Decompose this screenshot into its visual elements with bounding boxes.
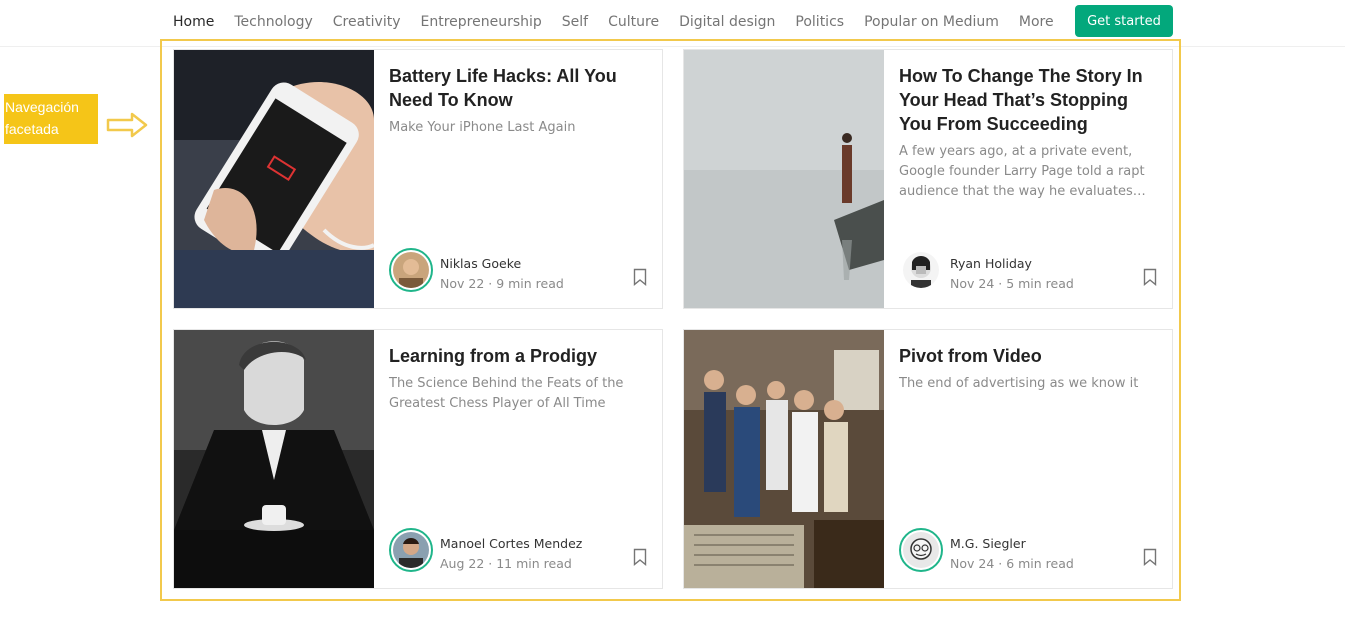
article-body: How To Change The Story In Your Head Tha…	[899, 50, 1164, 308]
nav-item-popular[interactable]: Popular on Medium	[864, 13, 999, 31]
avatar[interactable]	[899, 248, 943, 292]
author-name[interactable]: Ryan Holiday	[950, 256, 1032, 271]
nav-item-home[interactable]: Home	[173, 13, 214, 31]
article-date: Aug 22	[440, 556, 485, 571]
bookmark-icon[interactable]	[1143, 548, 1157, 566]
article-title[interactable]: How To Change The Story In Your Head Tha…	[899, 64, 1164, 136]
annotation-label: Navegación facetada	[4, 94, 98, 144]
read-time: 11 min read	[496, 556, 572, 571]
author-name[interactable]: Niklas Goeke	[440, 256, 521, 271]
article-card[interactable]: Battery Life Hacks: All You Need To Know…	[173, 49, 663, 309]
article-title[interactable]: Battery Life Hacks: All You Need To Know	[389, 64, 654, 112]
article-date: Nov 24	[950, 276, 995, 291]
article-card[interactable]: Pivot from Video The end of advertising …	[683, 329, 1173, 589]
article-meta: Nov 24 · 5 min read	[950, 276, 1074, 291]
avatar[interactable]	[899, 528, 943, 572]
bookmark-icon[interactable]	[1143, 268, 1157, 286]
article-meta: Aug 22 · 11 min read	[440, 556, 572, 571]
nav-item-digital-design[interactable]: Digital design	[679, 13, 775, 31]
article-title[interactable]: Learning from a Prodigy	[389, 344, 654, 368]
nav-item-self[interactable]: Self	[562, 13, 588, 31]
author-name[interactable]: M.G. Siegler	[950, 536, 1026, 551]
avatar[interactable]	[389, 248, 433, 292]
article-subtitle[interactable]: The Science Behind the Feats of the Grea…	[389, 374, 654, 414]
article-body: Battery Life Hacks: All You Need To Know…	[389, 50, 654, 308]
author-info: Niklas Goeke Nov 22 · 9 min read	[389, 248, 654, 294]
read-time: 5 min read	[1006, 276, 1074, 291]
bookmark-icon[interactable]	[633, 548, 647, 566]
phone-battery-photo[interactable]	[174, 50, 374, 308]
nav-item-technology[interactable]: Technology	[234, 13, 312, 31]
author-info: Ryan Holiday Nov 24 · 5 min read	[899, 248, 1164, 294]
author-info: M.G. Siegler Nov 24 · 6 min read	[899, 528, 1164, 574]
article-body: Learning from a Prodigy The Science Behi…	[389, 330, 654, 588]
chess-player-photo[interactable]	[174, 330, 374, 588]
article-date: Nov 22	[440, 276, 485, 291]
woman-on-rock-photo[interactable]	[684, 50, 884, 308]
topic-nav: Home Technology Creativity Entrepreneurs…	[173, 13, 1074, 31]
article-subtitle[interactable]: The end of advertising as we know it	[899, 374, 1164, 394]
author-name[interactable]: Manoel Cortes Mendez	[440, 536, 582, 551]
article-subtitle[interactable]: A few years ago, at a private event, Goo…	[899, 142, 1164, 202]
read-time: 9 min read	[496, 276, 564, 291]
group-tv-photo[interactable]	[684, 330, 884, 588]
article-card[interactable]: How To Change The Story In Your Head Tha…	[683, 49, 1173, 309]
author-info: Manoel Cortes Mendez Aug 22 · 11 min rea…	[389, 528, 654, 574]
read-time: 6 min read	[1006, 556, 1074, 571]
article-meta: Nov 22 · 9 min read	[440, 276, 564, 291]
arrow-right-icon	[106, 112, 148, 138]
annotation-line-1: Navegación	[5, 99, 79, 115]
article-card[interactable]: Learning from a Prodigy The Science Behi…	[173, 329, 663, 589]
nav-item-creativity[interactable]: Creativity	[333, 13, 401, 31]
article-meta: Nov 24 · 6 min read	[950, 556, 1074, 571]
avatar[interactable]	[389, 528, 433, 572]
article-subtitle[interactable]: Make Your iPhone Last Again	[389, 118, 654, 138]
article-date: Nov 24	[950, 556, 995, 571]
nav-item-culture[interactable]: Culture	[608, 13, 659, 31]
nav-item-politics[interactable]: Politics	[795, 13, 844, 31]
nav-item-more[interactable]: More	[1019, 13, 1054, 31]
get-started-button[interactable]: Get started	[1075, 5, 1173, 37]
nav-item-entrepreneurship[interactable]: Entrepreneurship	[421, 13, 542, 31]
article-body: Pivot from Video The end of advertising …	[899, 330, 1164, 588]
annotation-line-2: facetada	[5, 121, 59, 137]
article-title[interactable]: Pivot from Video	[899, 344, 1164, 368]
bookmark-icon[interactable]	[633, 268, 647, 286]
